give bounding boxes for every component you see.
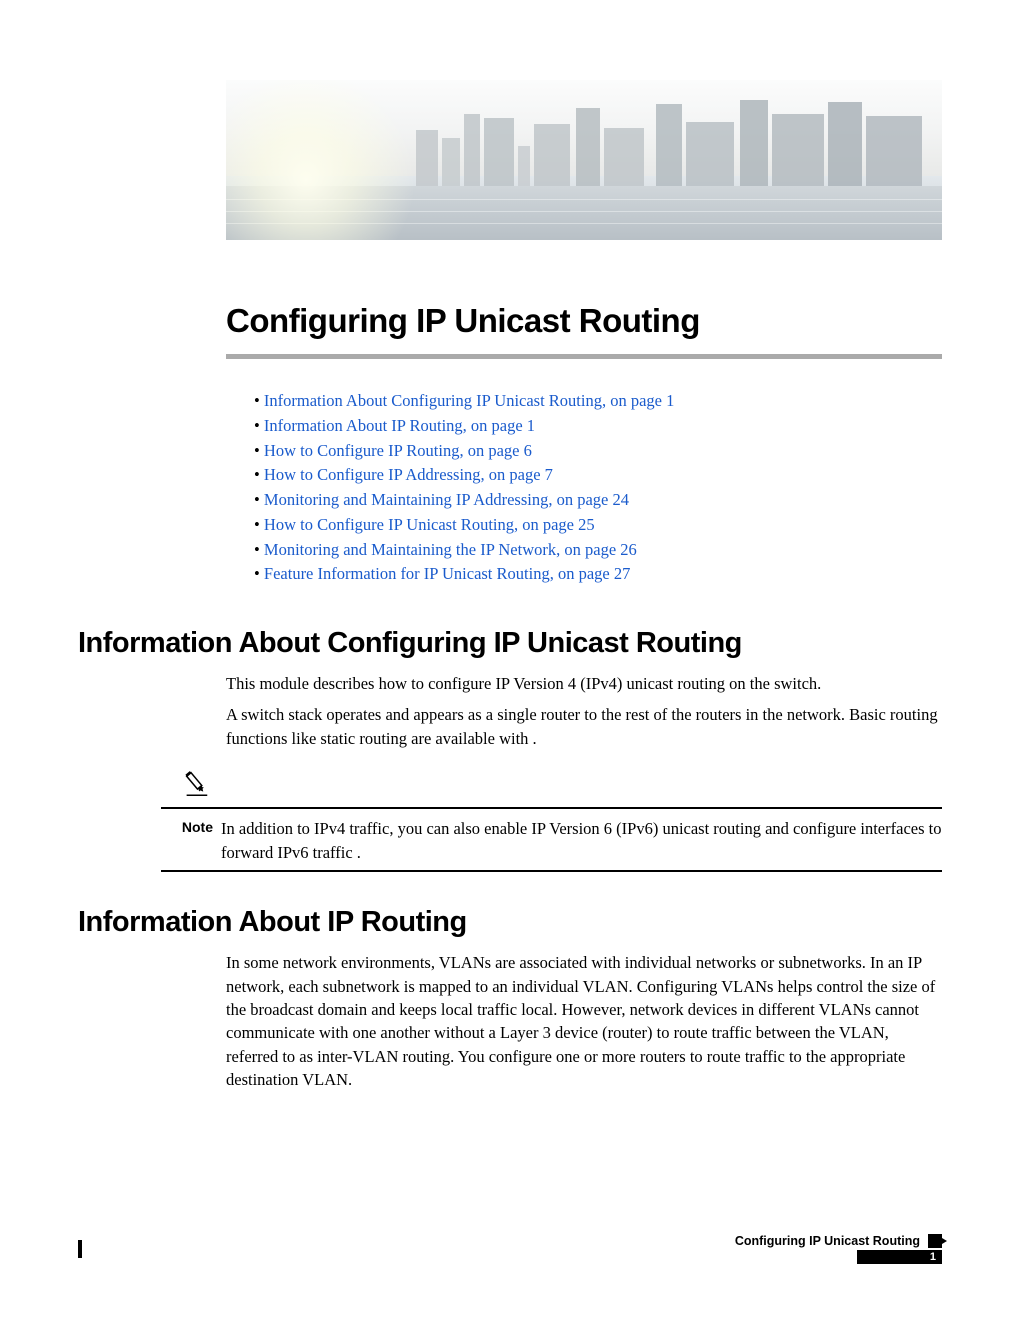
- footer-page-bar: 1: [857, 1250, 942, 1264]
- section-body: This module describes how to configure I…: [226, 672, 942, 750]
- paragraph: A switch stack operates and appears as a…: [226, 703, 942, 750]
- note-block: Note In addition to IPv4 traffic, you ca…: [161, 768, 942, 872]
- footer-marker-icon: [928, 1234, 942, 1248]
- toc-link[interactable]: How to Configure IP Addressing, on page …: [264, 465, 553, 484]
- note-divider: [161, 870, 942, 872]
- chapter-banner-image: [226, 80, 942, 240]
- toc-link[interactable]: Monitoring and Maintaining IP Addressing…: [264, 490, 629, 509]
- paragraph: This module describes how to configure I…: [226, 672, 942, 695]
- page-footer: Configuring IP Unicast Routing 1: [78, 1234, 942, 1264]
- table-of-contents: Information About Configuring IP Unicast…: [254, 389, 942, 587]
- section-body: In some network environments, VLANs are …: [226, 951, 942, 1092]
- footer-left-mark: [78, 1240, 82, 1258]
- chapter-title: Configuring IP Unicast Routing: [226, 302, 942, 340]
- toc-link[interactable]: Feature Information for IP Unicast Routi…: [264, 564, 630, 583]
- toc-link[interactable]: How to Configure IP Unicast Routing, on …: [264, 515, 595, 534]
- note-divider: [161, 807, 942, 809]
- paragraph: In some network environments, VLANs are …: [226, 951, 942, 1092]
- note-icon: [181, 768, 211, 798]
- toc-link[interactable]: How to Configure IP Routing, on page 6: [264, 441, 532, 460]
- toc-link[interactable]: Monitoring and Maintaining the IP Networ…: [264, 540, 637, 559]
- section-heading: Information About IP Routing: [78, 906, 942, 939]
- toc-link[interactable]: Information About Configuring IP Unicast…: [264, 391, 674, 410]
- footer-title: Configuring IP Unicast Routing: [735, 1234, 920, 1248]
- toc-link[interactable]: Information About IP Routing, on page 1: [264, 416, 535, 435]
- section-heading: Information About Configuring IP Unicast…: [78, 627, 942, 660]
- title-rule: [226, 354, 942, 359]
- note-label: Note: [161, 817, 221, 835]
- footer-page-number: 1: [930, 1251, 936, 1263]
- note-text: In addition to IPv4 traffic, you can als…: [221, 817, 942, 864]
